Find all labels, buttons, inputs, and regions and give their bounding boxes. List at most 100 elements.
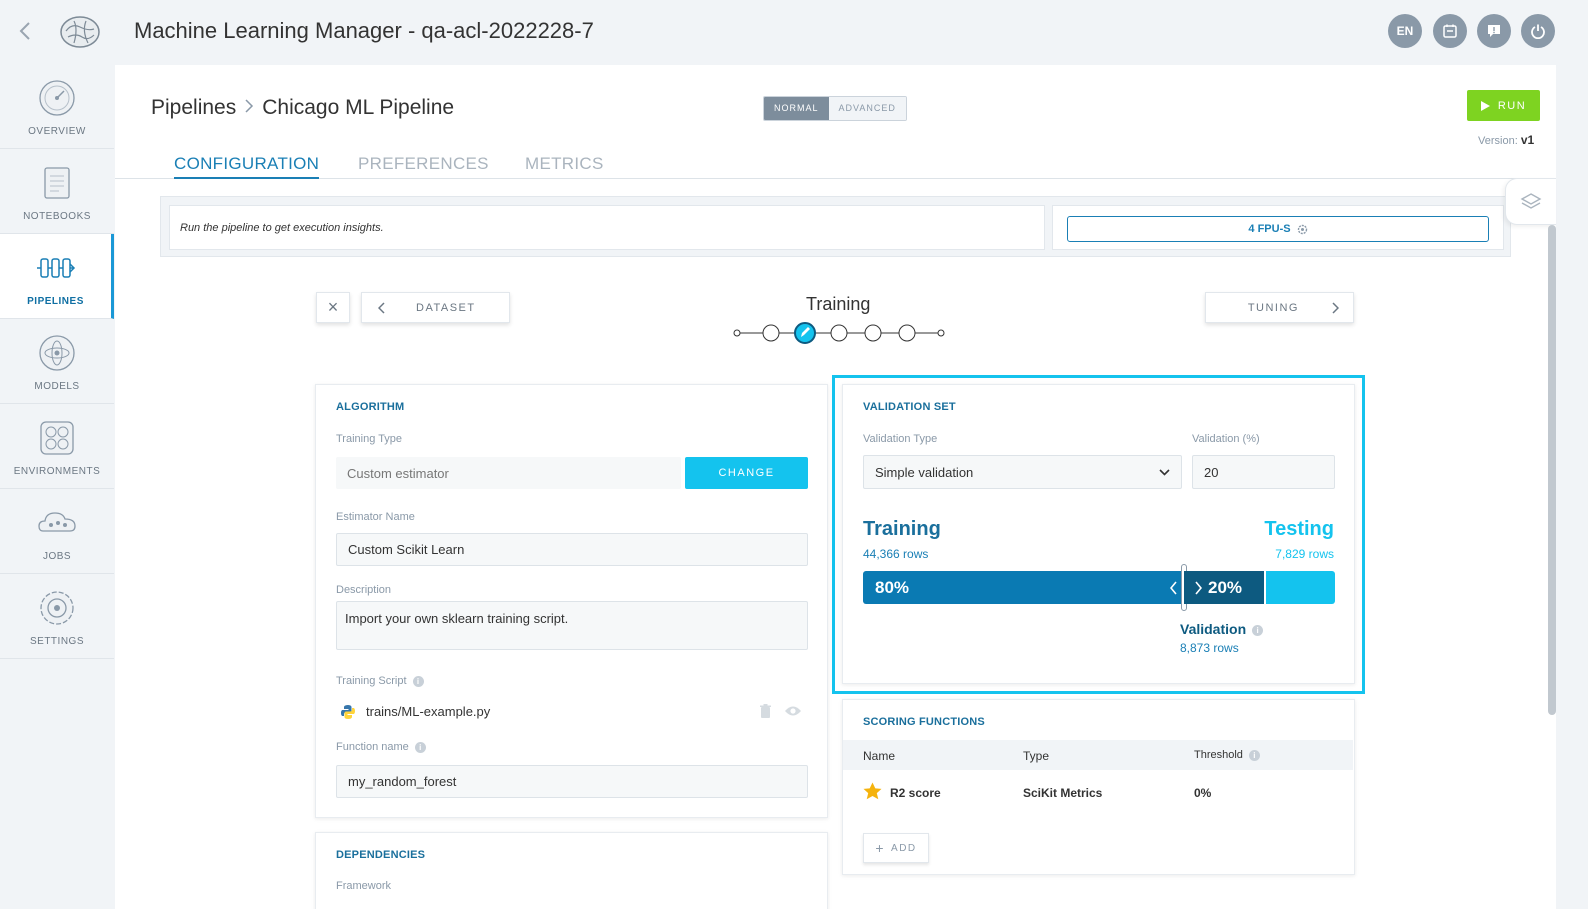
- sidebar-item-label: SETTINGS: [29, 636, 84, 647]
- top-bar: Machine Learning Manager - qa-acl-202222…: [0, 0, 1588, 64]
- fpu-panel: 4 FPU-S: [1052, 205, 1504, 250]
- sidebar-item-label: PIPELINES: [27, 296, 84, 307]
- dependencies-card: DEPENDENCIES Framework: [315, 832, 828, 909]
- function-name-value: my_random_forest: [348, 774, 457, 789]
- run-button[interactable]: RUN: [1467, 90, 1540, 121]
- mode-advanced-button[interactable]: ADVANCED: [828, 97, 906, 120]
- execution-insight-message: Run the pipeline to get execution insigh…: [169, 205, 1045, 250]
- validation-type-label: Validation Type: [863, 433, 938, 445]
- close-wizard-button[interactable]: ×: [316, 292, 350, 323]
- step-dot[interactable]: [830, 324, 848, 342]
- function-name-input[interactable]: my_random_forest: [336, 765, 808, 798]
- side-panel-toggle[interactable]: [1505, 178, 1556, 225]
- add-scoring-function-button[interactable]: + ADD: [863, 833, 929, 863]
- calendar-icon: [1443, 24, 1457, 38]
- sidebar-item-jobs[interactable]: JOBS: [0, 489, 114, 574]
- change-training-type-button[interactable]: CHANGE: [685, 457, 808, 489]
- sidebar-item-settings[interactable]: SETTINGS: [0, 574, 114, 659]
- validation-caption: Validation i 8,873 rows: [1180, 621, 1264, 655]
- info-icon[interactable]: i: [1248, 749, 1260, 761]
- star-icon[interactable]: [863, 782, 882, 800]
- sidebar-item-overview[interactable]: OVERVIEW: [0, 64, 114, 149]
- run-label: RUN: [1497, 99, 1527, 112]
- step-dot[interactable]: [898, 324, 916, 342]
- sidebar-item-notebooks[interactable]: NOTEBOOKS: [0, 149, 114, 234]
- info-icon[interactable]: i: [1252, 624, 1264, 636]
- breadcrumb-current: Chicago ML Pipeline: [262, 96, 455, 119]
- breadcrumb: Pipelines Chicago ML Pipeline: [151, 96, 454, 120]
- app-title: Machine Learning Manager - qa-acl-202222…: [134, 18, 594, 43]
- algorithm-card: ALGORITHM Training Type Custom estimator…: [315, 384, 828, 818]
- training-segment: 80%: [863, 571, 1184, 604]
- logout-button[interactable]: [1521, 14, 1555, 48]
- mode-normal-button[interactable]: NORMAL: [764, 97, 829, 120]
- step-endpoint: [937, 329, 945, 337]
- chevron-right-icon: [1195, 581, 1202, 595]
- sidebar-item-environments[interactable]: ENVIRONMENTS: [0, 404, 114, 489]
- algorithm-title: ALGORITHM: [336, 401, 405, 413]
- info-icon[interactable]: i: [412, 675, 424, 687]
- step-dot[interactable]: [762, 324, 780, 342]
- insight-bar: Run the pipeline to get execution insigh…: [160, 196, 1511, 257]
- breadcrumb-root-link[interactable]: Pipelines: [151, 96, 236, 120]
- sidebar: OVERVIEW NOTEBOOKS PIPELINES MODELS ENVI…: [0, 64, 114, 660]
- testing-split-title: Testing: [1264, 518, 1334, 540]
- sidebar-item-pipelines[interactable]: PIPELINES: [0, 234, 114, 319]
- trash-icon[interactable]: [759, 704, 772, 719]
- chevron-down-icon: [1159, 468, 1170, 476]
- validation-type-select[interactable]: Simple validation: [863, 455, 1182, 489]
- brain-logo-icon: [58, 13, 102, 51]
- testing-rows: 7,829 rows: [1275, 547, 1334, 561]
- step-dot[interactable]: [864, 324, 882, 342]
- info-icon[interactable]: i: [414, 741, 426, 753]
- scoring-type: SciKit Metrics: [1023, 786, 1103, 800]
- validation-type-value: Simple validation: [875, 464, 974, 480]
- column-header-name: Name: [863, 749, 896, 763]
- chevron-left-icon: [378, 301, 385, 314]
- sidebar-item-label: NOTEBOOKS: [23, 211, 91, 222]
- sidebar-item-models[interactable]: MODELS: [0, 319, 114, 404]
- calendar-button[interactable]: [1433, 14, 1467, 48]
- eye-icon[interactable]: [784, 705, 802, 717]
- previous-step-label: DATASET: [416, 301, 476, 314]
- training-type-value: Custom estimator: [347, 465, 449, 481]
- fpu-label: 4 FPU-S: [1248, 223, 1291, 235]
- framework-label: Framework: [336, 880, 392, 892]
- training-script-filename[interactable]: trains/ML-example.py: [366, 704, 490, 719]
- fpu-selector-button[interactable]: 4 FPU-S: [1067, 216, 1489, 242]
- tab-configuration[interactable]: CONFIGURATION: [174, 154, 320, 179]
- version-value: v1: [1520, 133, 1535, 147]
- pipeline-icon: [36, 258, 75, 278]
- validation-set-title: VALIDATION SET: [863, 401, 956, 413]
- jobs-cloud-icon: [38, 512, 76, 532]
- validation-percent-label: Validation (%): [1192, 433, 1260, 445]
- validation-percent-display: 20%: [1208, 578, 1243, 597]
- scoring-threshold: 0%: [1194, 786, 1212, 800]
- description-value: Import your own sklearn training script.: [345, 611, 569, 626]
- data-split-bar: 80% 20%: [863, 564, 1335, 611]
- training-type-field: Custom estimator: [336, 457, 681, 489]
- previous-step-button[interactable]: DATASET: [361, 292, 510, 323]
- estimator-name-value: Custom Scikit Learn: [348, 542, 465, 557]
- tab-preferences[interactable]: PREFERENCES: [358, 154, 489, 177]
- description-textarea[interactable]: Import your own sklearn training script.: [336, 601, 808, 650]
- table-row[interactable]: R2 score SciKit Metrics 0%: [843, 778, 1353, 808]
- function-name-label-wrap: Function name i: [336, 741, 426, 753]
- scoring-functions-title: SCORING FUNCTIONS: [863, 716, 985, 728]
- play-icon: [1480, 100, 1490, 111]
- validation-percent-input[interactable]: 20: [1192, 455, 1335, 489]
- back-chevron-icon[interactable]: [18, 20, 38, 44]
- validation-caption-title-wrap: Validation i: [1180, 621, 1264, 637]
- language-button[interactable]: EN: [1388, 14, 1422, 48]
- estimator-name-input[interactable]: Custom Scikit Learn: [336, 533, 808, 566]
- scrollbar[interactable]: [1548, 225, 1556, 715]
- estimator-name-label: Estimator Name: [336, 511, 415, 523]
- next-step-button[interactable]: TUNING: [1205, 292, 1354, 323]
- column-header-type: Type: [1023, 749, 1050, 763]
- add-label: ADD: [891, 842, 917, 854]
- settings-gear-icon: [40, 591, 74, 625]
- scoring-table-header: Name Type Threshold i: [843, 740, 1353, 770]
- tab-metrics[interactable]: METRICS: [525, 154, 604, 177]
- feedback-button[interactable]: [1477, 14, 1511, 48]
- current-step-title: Training: [806, 294, 871, 314]
